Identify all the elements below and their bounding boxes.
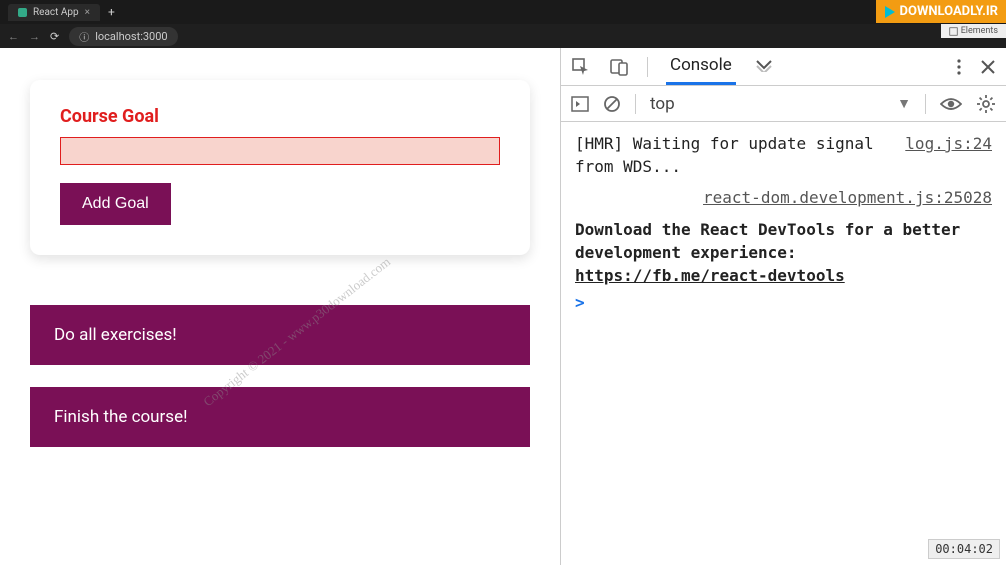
separator: [925, 94, 926, 114]
live-expression-icon[interactable]: [940, 96, 962, 112]
site-info-icon[interactable]: ⓘ: [79, 29, 89, 44]
more-tabs-icon[interactable]: [754, 57, 774, 76]
separator: [635, 94, 636, 114]
goal-item[interactable]: Finish the course!: [30, 387, 530, 447]
context-selector[interactable]: top: [650, 94, 806, 114]
course-goal-label: Course Goal: [60, 106, 500, 127]
devtools-tab-bar: Console: [561, 48, 1006, 86]
video-timestamp: 00:04:02: [928, 539, 1000, 559]
download-badge: DOWNLOADLY.IR: [876, 0, 1006, 23]
log-entry: [HMR] Waiting for update signal from WDS…: [575, 132, 992, 178]
address-bar-row: ← → ⟳ ⓘ localhost:3000: [0, 24, 1006, 48]
tab-title: React App: [33, 7, 79, 18]
browser-tab-bar: React App × +: [0, 0, 1006, 24]
console-prompt[interactable]: >: [575, 291, 992, 314]
app-pane: Course Goal Add Goal Do all exercises! F…: [0, 48, 560, 565]
console-sidebar-toggle-icon[interactable]: [571, 96, 589, 112]
add-goal-button[interactable]: Add Goal: [60, 183, 171, 225]
address-bar[interactable]: ⓘ localhost:3000: [69, 27, 177, 46]
goal-item[interactable]: Do all exercises!: [30, 305, 530, 365]
play-icon: [885, 6, 895, 18]
log-entry: react-dom.development.js:25028: [575, 186, 992, 209]
tab-console[interactable]: Console: [666, 48, 736, 85]
inspect-element-icon[interactable]: [571, 57, 591, 77]
back-icon[interactable]: ←: [8, 30, 19, 43]
console-toolbar: top ▼: [561, 86, 1006, 122]
box-icon: [949, 27, 958, 36]
reload-icon[interactable]: ⟳: [50, 30, 59, 43]
url-text: localhost:3000: [95, 30, 167, 43]
log-message: Download the React DevTools for a better…: [575, 220, 960, 262]
clear-console-icon[interactable]: [603, 95, 621, 113]
browser-tab[interactable]: React App ×: [8, 4, 100, 21]
log-entry: Download the React DevTools for a better…: [575, 218, 992, 288]
log-source-link[interactable]: react-dom.development.js:25028: [703, 186, 992, 209]
chevron-down-icon[interactable]: ▼: [897, 95, 911, 112]
new-tab-button[interactable]: +: [108, 5, 115, 19]
device-toggle-icon[interactable]: [609, 57, 629, 77]
log-link[interactable]: https://fb.me/react-devtools: [575, 266, 845, 285]
log-source-link[interactable]: log.js:24: [905, 132, 992, 178]
separator: [647, 57, 648, 77]
console-settings-icon[interactable]: [976, 94, 996, 114]
forward-icon[interactable]: →: [29, 30, 40, 43]
kebab-menu-icon[interactable]: [956, 57, 962, 77]
close-devtools-icon[interactable]: [980, 59, 996, 75]
goal-form-card: Course Goal Add Goal: [30, 80, 530, 255]
course-goal-input[interactable]: [60, 137, 500, 165]
log-message: [HMR] Waiting for update signal from WDS…: [575, 132, 895, 178]
context-label: top: [650, 94, 675, 114]
close-tab-icon[interactable]: ×: [85, 7, 90, 18]
download-badge-text: DOWNLOADLY.IR: [900, 4, 998, 19]
devtools-panel: Console top ▼: [560, 48, 1006, 565]
goals-list: Do all exercises! Finish the course!: [30, 305, 530, 447]
favicon-icon: [18, 8, 27, 17]
elements-label: Elements: [961, 26, 998, 36]
elements-mini-tab: Elements: [941, 24, 1006, 38]
console-output: [HMR] Waiting for update signal from WDS…: [561, 122, 1006, 324]
